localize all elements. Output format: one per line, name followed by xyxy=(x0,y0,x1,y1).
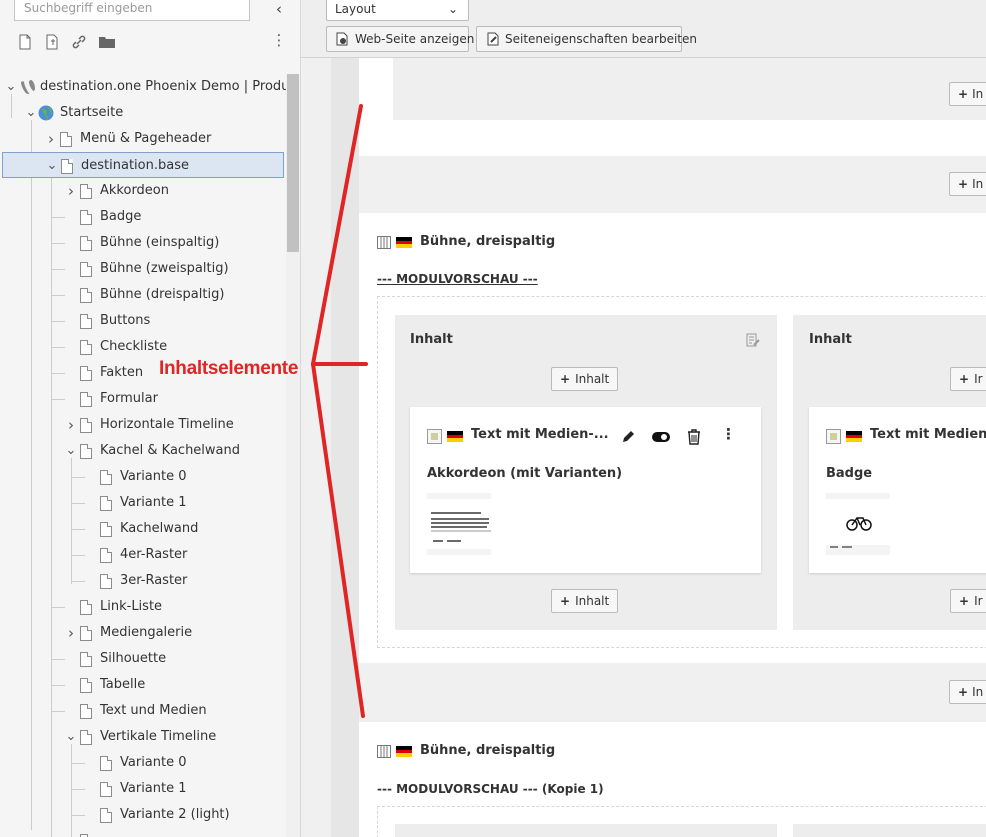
annotation-bracket xyxy=(311,104,368,718)
annotation-label: Inhaltselemente xyxy=(159,358,299,379)
